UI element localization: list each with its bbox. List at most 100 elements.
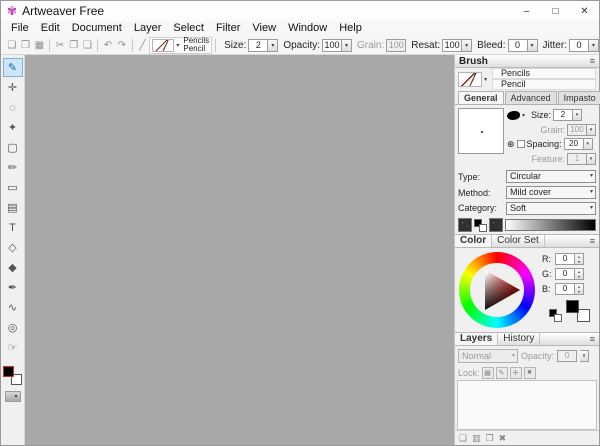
undo-icon[interactable]: ↶ [101,40,115,51]
lock-transparency-icon[interactable]: ▦ [482,367,494,379]
crop-tool[interactable]: ▢ [3,138,23,157]
menu-help[interactable]: Help [333,21,368,36]
eraser-tool[interactable]: ▭ [3,178,23,197]
menu-filter[interactable]: Filter [210,21,246,36]
tab-advanced[interactable]: Advanced [505,91,557,104]
texture-swatch-1[interactable] [458,218,472,232]
brush-category-select[interactable]: Soft ▾ [506,202,596,215]
new-group-button[interactable]: ▥ [472,433,481,444]
brush-type-select[interactable]: Circular ▾ [506,170,596,183]
opacity-dropdown-icon[interactable]: ▾ [342,39,352,52]
spin-down-icon[interactable]: ▾ [575,259,583,264]
duplicate-layer-button[interactable]: ❐ [486,433,494,444]
resat-dropdown-icon[interactable]: ▾ [462,39,472,52]
tab-layers[interactable]: Layers [455,333,498,345]
brush-preset-row[interactable]: ▾ Pencils Pencil [455,68,599,90]
fill-tool[interactable]: ◆ [3,258,23,277]
brush-size-input[interactable]: 2 [553,109,573,121]
copy-icon[interactable]: ❐ [67,40,81,51]
menu-document[interactable]: Document [66,21,128,36]
new-document-icon[interactable]: ❏ [5,40,19,51]
tab-color-set[interactable]: Color Set [492,235,545,247]
color-wheel[interactable] [458,251,538,329]
menu-select[interactable]: Select [167,21,210,36]
foreground-background-swatches[interactable] [566,300,590,322]
smudge-tool[interactable]: ∿ [3,298,23,317]
brush-tip-icon[interactable] [507,111,520,120]
magic-wand-tool[interactable]: ✦ [3,118,23,137]
tab-impasto[interactable]: Impasto [558,91,600,104]
menu-file[interactable]: File [5,21,35,36]
brush-method-select[interactable]: Mild cover ▾ [506,186,596,199]
gradient-ramp[interactable] [505,219,596,231]
canvas[interactable] [25,55,454,445]
size-input[interactable]: 2 [248,39,268,52]
default-colors-icon[interactable] [549,309,562,322]
menu-view[interactable]: View [246,21,282,36]
layer-list[interactable] [457,380,597,430]
green-input[interactable]: 0 [555,268,575,280]
bleed-input[interactable]: 0 [508,39,528,52]
spin-down-icon[interactable]: ▾ [575,274,583,279]
selection-tool[interactable]: ◌ [3,98,23,117]
blue-input[interactable]: 0 [555,283,575,295]
blue-spinner[interactable]: ▴ ▾ [575,283,584,295]
foreground-color-swatch[interactable] [3,366,14,377]
lock-position-icon[interactable]: ✛ [510,367,522,379]
lock-all-icon[interactable]: ■ [524,367,536,379]
bleed-dropdown-icon[interactable]: ▾ [528,39,538,52]
new-layer-button[interactable]: ❏ [459,433,467,444]
toolbox-preview-selector[interactable]: ▾ [5,391,21,402]
text-tool[interactable]: T [3,218,23,237]
jitter-dropdown-icon[interactable]: ▾ [589,39,599,52]
texture-swatch-2[interactable] [489,218,503,232]
eyedropper-tool[interactable]: ✒ [3,278,23,297]
maximize-button[interactable]: □ [541,1,570,21]
delete-layer-button[interactable]: ✖ [499,433,507,444]
save-icon[interactable]: ▦ [32,40,46,51]
panel-menu-icon[interactable]: ≡ [590,236,599,246]
brush-preset-selector[interactable]: ▾ Pencils Pencil [149,37,212,54]
mini-color-pair[interactable] [474,219,487,232]
close-button[interactable]: ✕ [570,1,599,21]
saturation-triangle[interactable] [470,263,524,317]
spacing-checkbox[interactable] [517,140,525,148]
pencil-tool[interactable]: ✏ [3,158,23,177]
brush-spacing-input[interactable]: 20 [564,138,584,150]
foreground-color-swatch[interactable] [566,300,579,313]
spacing-link-icon[interactable]: ⊕ [507,139,515,150]
zoom-tool[interactable]: ◎ [3,318,23,337]
brush-spacing-dropdown-icon[interactable]: ▾ [584,138,593,150]
brush-variant-name[interactable]: Pencil [492,79,596,90]
menu-edit[interactable]: Edit [35,21,66,36]
menu-layer[interactable]: Layer [128,21,168,36]
minimize-button[interactable]: – [512,1,541,21]
open-icon[interactable]: ❒ [19,40,33,51]
shape-tool[interactable]: ◇ [3,238,23,257]
move-tool[interactable]: ✛ [3,78,23,97]
panel-menu-icon[interactable]: ≡ [590,334,599,344]
brush-size-dropdown-icon[interactable]: ▾ [573,109,582,121]
clone-stamp-tool[interactable]: ▤ [3,198,23,217]
jitter-input[interactable]: 0 [569,39,589,52]
resat-input[interactable]: 100 [442,39,462,52]
tab-general[interactable]: General [458,91,504,104]
foreground-background-swatches[interactable] [3,366,22,385]
size-dropdown-icon[interactable]: ▾ [268,39,278,52]
redo-icon[interactable]: ↷ [115,40,129,51]
menu-window[interactable]: Window [282,21,333,36]
tab-color[interactable]: Color [455,235,492,247]
panel-menu-icon[interactable]: ≡ [590,56,595,66]
opacity-input[interactable]: 100 [322,39,342,52]
chevron-down-icon[interactable]: ▾ [520,112,527,119]
red-input[interactable]: 0 [555,253,575,265]
lock-paint-icon[interactable]: ✎ [496,367,508,379]
tab-history[interactable]: History [498,333,540,345]
spin-down-icon[interactable]: ▾ [575,289,583,294]
red-spinner[interactable]: ▴ ▾ [575,253,584,265]
green-spinner[interactable]: ▴ ▾ [575,268,584,280]
brush-tool[interactable]: ✎ [3,58,23,77]
brush-stroke-icon[interactable]: ╱ [136,40,150,51]
cut-icon[interactable]: ✂ [53,40,67,51]
paste-icon[interactable]: ❑ [81,40,95,51]
